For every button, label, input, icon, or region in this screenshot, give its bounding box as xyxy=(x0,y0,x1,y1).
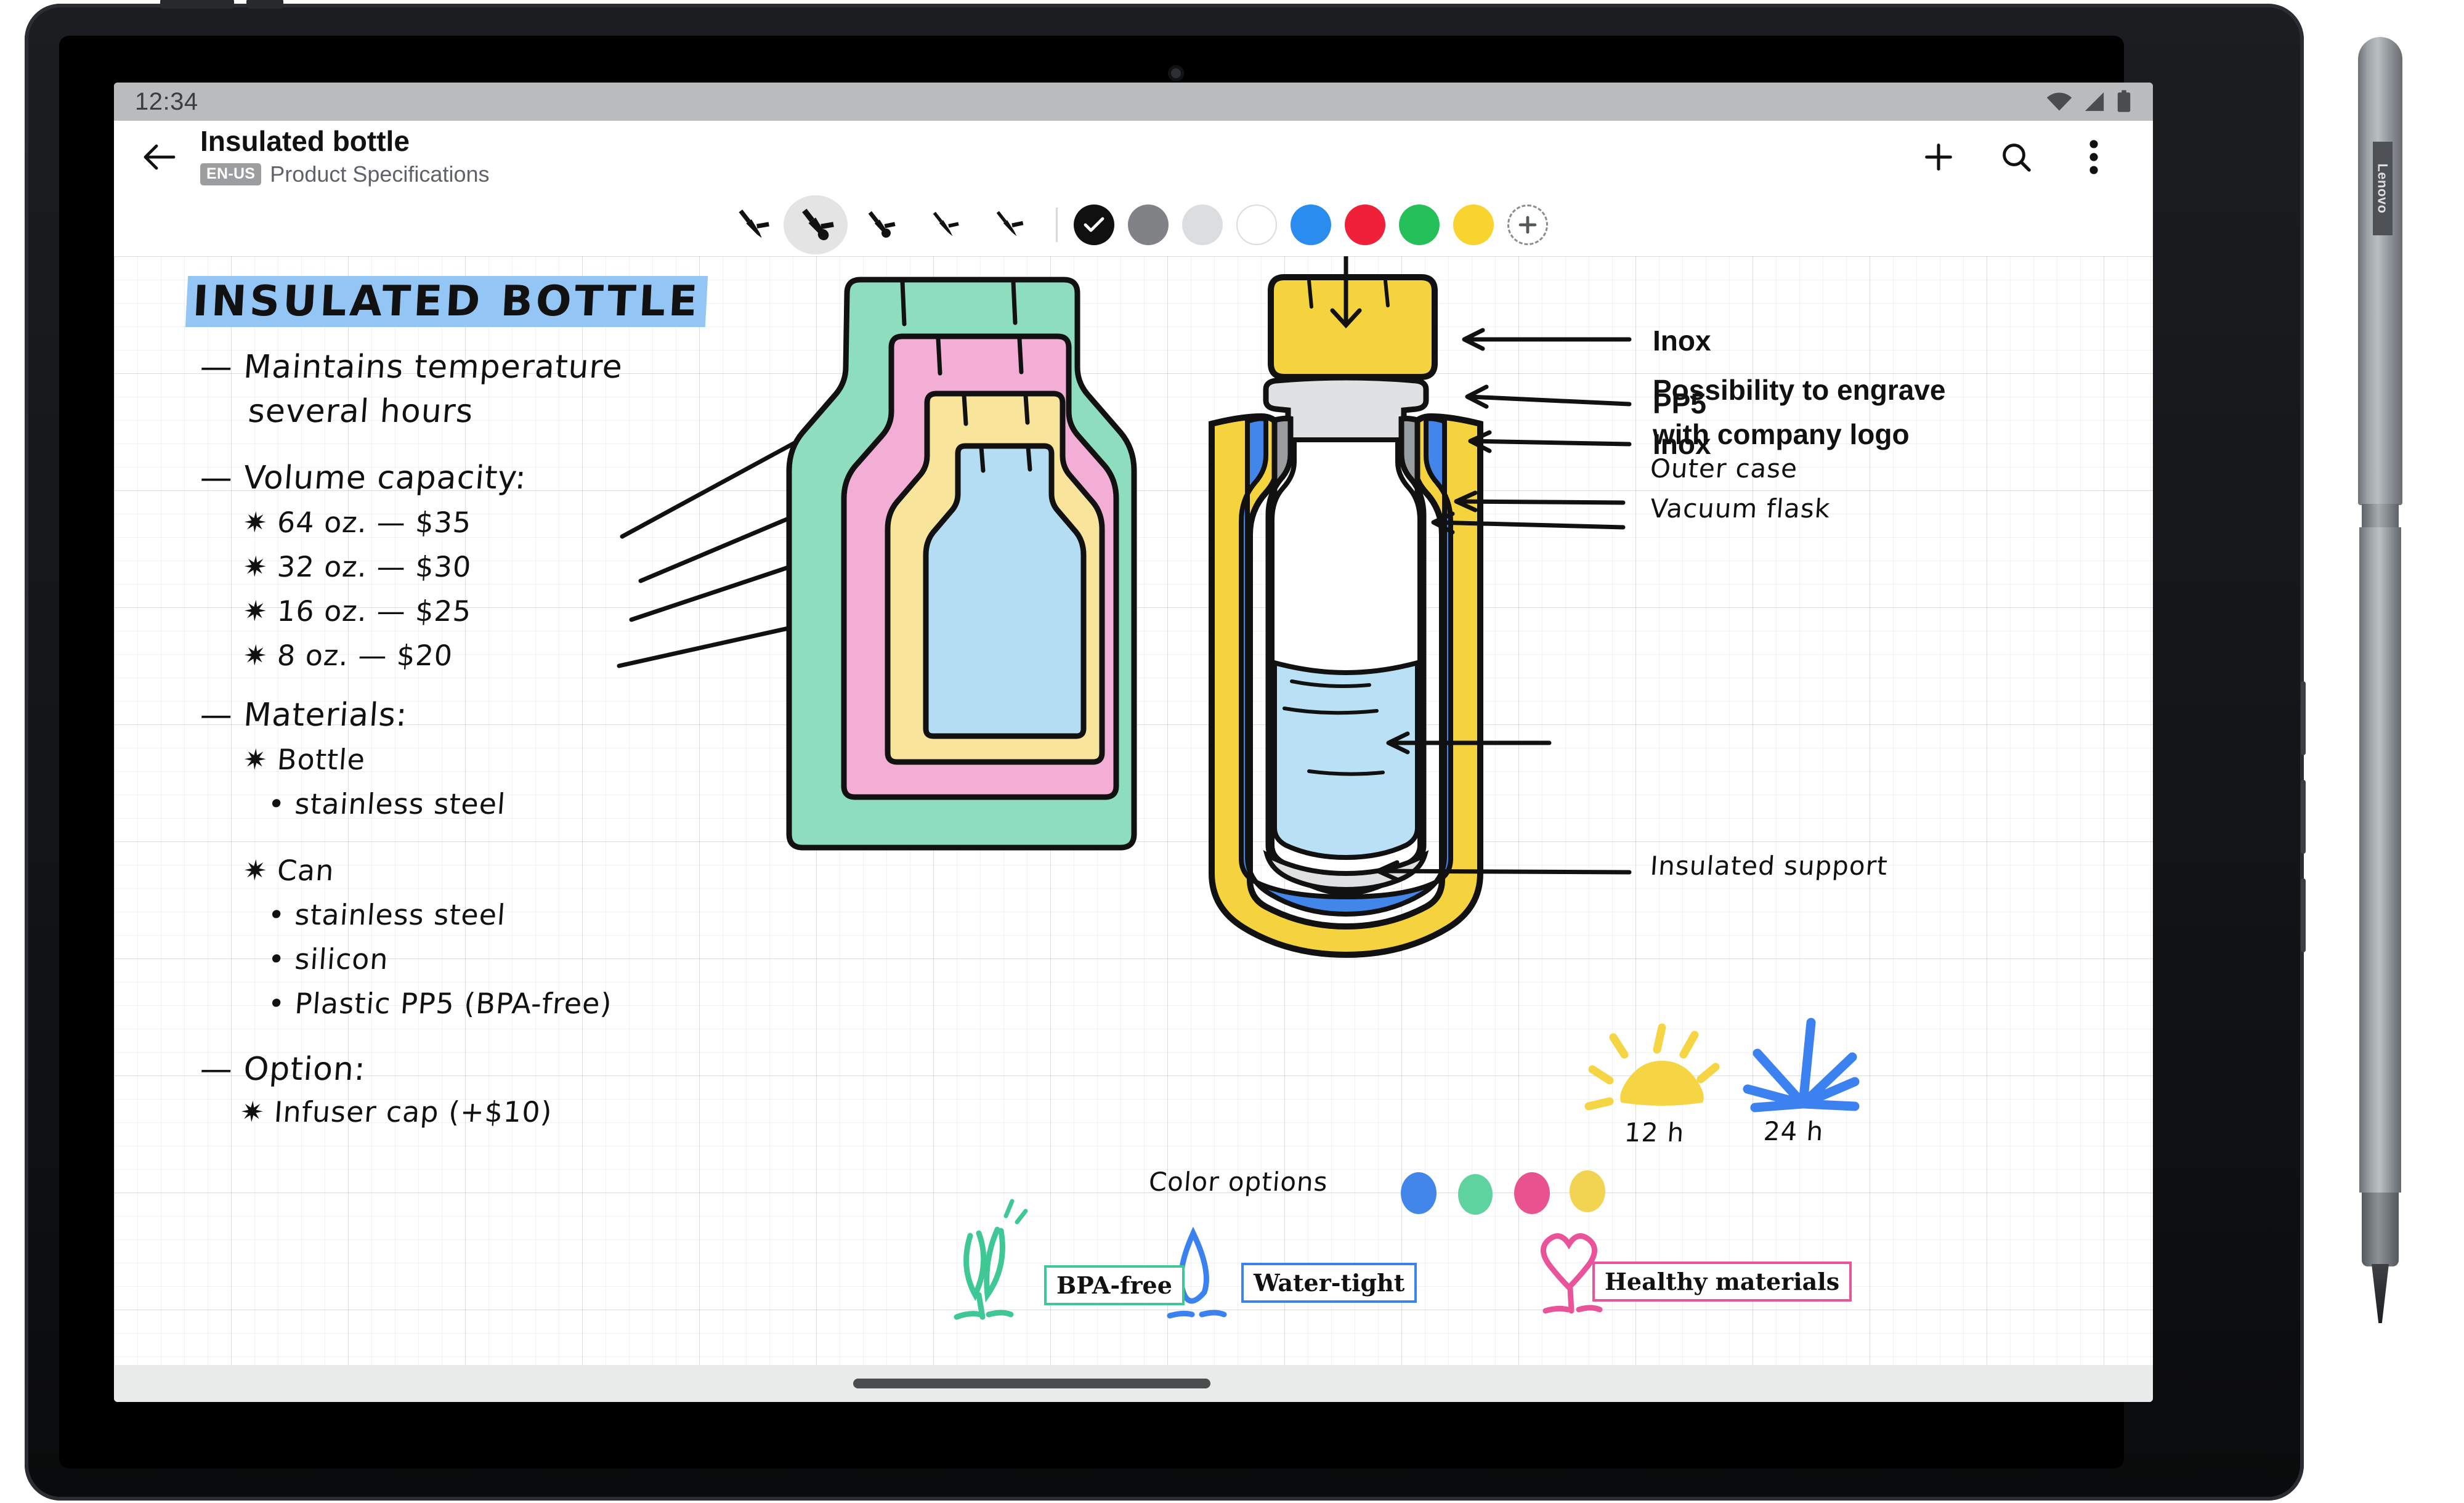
color-option-blue[interactable] xyxy=(1401,1172,1437,1214)
callout-pp5: PP5 xyxy=(1653,387,1706,419)
toolbar-divider xyxy=(1055,208,1058,242)
color-options-label: Color options xyxy=(1148,1167,1329,1197)
color-swatch-white[interactable] xyxy=(1236,205,1277,245)
plus-icon xyxy=(1518,216,1536,234)
color-swatch-yellow[interactable] xyxy=(1453,205,1494,245)
app-bar-actions xyxy=(1919,137,2127,177)
thermal-hot-label: 12 h xyxy=(1623,1117,1686,1148)
plus-icon[interactable] xyxy=(1919,137,1958,177)
badge-bpa-free: BPA-free xyxy=(1044,1265,1185,1305)
tablet-screen: 12:34 Insulated bottle EN-US Product Spe… xyxy=(114,83,2153,1402)
more-vertical-icon[interactable] xyxy=(2074,137,2113,177)
add-color-button[interactable] xyxy=(1507,205,1548,245)
pen-tool-2[interactable] xyxy=(783,195,848,254)
wifi-icon xyxy=(2046,92,2072,111)
page-subtitle: Product Specifications xyxy=(270,161,490,187)
horizontal-scrollbar[interactable] xyxy=(853,1379,1210,1388)
screenshot-root: 12:34 Insulated bottle EN-US Product Spe… xyxy=(0,0,2464,1503)
callout-insulated-support: Insulated support xyxy=(1649,851,1889,881)
pen-tool-1[interactable] xyxy=(719,195,784,254)
stylus-brand-logo: Lenovo xyxy=(2373,142,2393,235)
page-title: Insulated bottle xyxy=(200,125,410,157)
heart-icon xyxy=(1541,1233,1603,1314)
check-icon xyxy=(1084,217,1104,232)
stylus-ring xyxy=(2362,504,2399,529)
side-nub xyxy=(2301,681,2306,755)
color-option-green[interactable] xyxy=(1458,1174,1493,1215)
side-nub xyxy=(2301,878,2306,952)
status-bar: 12:34 xyxy=(114,83,2153,121)
signal-icon xyxy=(2085,92,2104,111)
callout-inox-top: Inox xyxy=(1653,325,1711,357)
pen-tool-4[interactable] xyxy=(912,195,976,254)
stylus-cone xyxy=(2362,1193,2399,1266)
tablet-device: 12:34 Insulated bottle EN-US Product Spe… xyxy=(25,0,2306,1501)
status-icons xyxy=(2046,90,2132,113)
stylus-brand-text: Lenovo xyxy=(2375,163,2391,214)
pen-tool-group xyxy=(719,195,1040,254)
app-bar: Insulated bottle EN-US Product Specifica… xyxy=(114,121,2153,193)
canvas-scroll-area xyxy=(114,1365,2153,1402)
stylus-barrel xyxy=(2359,527,2401,1193)
color-option-pink[interactable] xyxy=(1514,1172,1550,1214)
callout-vacuum-flask: Vacuum flask xyxy=(1649,493,1831,524)
pen-tool-5[interactable] xyxy=(976,195,1040,254)
color-swatch-light-gray[interactable] xyxy=(1181,205,1223,245)
drawing-toolbar xyxy=(114,193,2153,256)
color-swatch-group xyxy=(1073,205,1548,245)
search-icon[interactable] xyxy=(1996,137,2036,177)
sun-icon xyxy=(1584,1023,1720,1111)
status-clock: 12:34 xyxy=(135,87,198,115)
callout-outer-case: Outer case xyxy=(1649,453,1799,484)
stylus-tip xyxy=(2372,1264,2389,1323)
color-swatch-black[interactable] xyxy=(1073,205,1114,245)
pen-tool-3[interactable] xyxy=(848,195,912,254)
title-block: Insulated bottle EN-US Product Specifica… xyxy=(200,127,489,187)
color-swatch-red[interactable] xyxy=(1344,205,1385,245)
stylus-grip: Lenovo xyxy=(2358,37,2402,505)
color-option-yellow[interactable] xyxy=(1570,1170,1605,1212)
language-badge: EN-US xyxy=(200,163,262,185)
cap-inox xyxy=(1268,274,1438,380)
volume-button[interactable] xyxy=(160,0,234,9)
color-swatch-blue[interactable] xyxy=(1290,205,1331,245)
badge-healthy-materials: Healthy materials xyxy=(1592,1262,1852,1302)
power-button[interactable] xyxy=(246,0,283,9)
thermal-cold-label: 24 h xyxy=(1762,1116,1825,1146)
note-canvas[interactable]: INSULATED BOTTLE — Maintains temperature… xyxy=(114,256,2153,1365)
snowflake-icon xyxy=(1743,1018,1860,1112)
front-camera-icon xyxy=(1168,65,1184,81)
battery-icon xyxy=(2117,90,2131,112)
subtitle-row: EN-US Product Specifications xyxy=(200,161,489,187)
badge-water-tight: Water-tight xyxy=(1241,1263,1417,1303)
back-arrow-icon[interactable] xyxy=(140,138,178,176)
water xyxy=(1272,659,1420,861)
stylus-pen[interactable]: Lenovo xyxy=(2353,37,2407,1323)
color-swatch-gray[interactable] xyxy=(1127,205,1169,245)
color-swatch-green[interactable] xyxy=(1398,205,1440,245)
sprout-icon xyxy=(954,1199,1028,1320)
side-nub xyxy=(2301,780,2306,854)
